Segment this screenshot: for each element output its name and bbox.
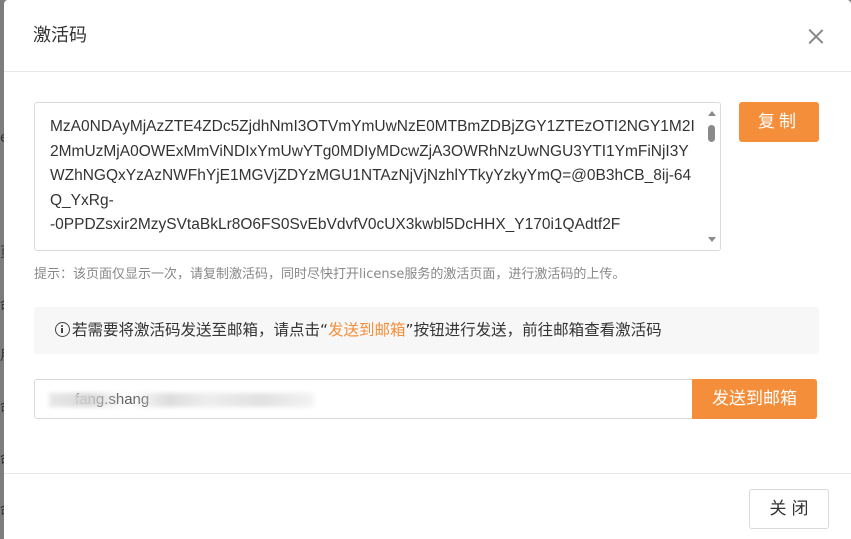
email-field[interactable] [35, 380, 692, 418]
notice-highlight: 发送到邮箱 [328, 321, 406, 339]
email-notice: 若需要将激活码发送至邮箱，请点击“发送到邮箱”按钮进行发送，前往邮箱查看激活码 [34, 307, 819, 354]
notice-text-before: 若需要将激活码发送至邮箱，请点击“ [72, 321, 329, 339]
send-to-email-button[interactable]: 发送到邮箱 [692, 379, 817, 419]
info-icon [55, 322, 70, 337]
dialog-title: 激活码 [33, 25, 87, 46]
dialog-header: 激活码 [4, 0, 851, 72]
scroll-down-arrow-icon[interactable] [708, 237, 716, 242]
activation-code-textarea[interactable]: MzA0NDAyMjAzZTE4ZDc5ZjdhNmI3OTVmYmUwNzE0… [34, 102, 721, 251]
scroll-up-arrow-icon[interactable] [708, 111, 716, 116]
dialog-footer: 关闭 [4, 473, 851, 539]
notice-text-after: ”按钮进行发送，前往邮箱查看激活码 [405, 321, 662, 339]
scrollbar[interactable] [703, 103, 720, 250]
hint-text: 提示：该页面仅显示一次，请复制激活码，同时尽快打开license服务的激活页面，… [34, 267, 626, 282]
copy-button[interactable]: 复制 [739, 102, 819, 142]
scrollbar-thumb[interactable] [708, 125, 715, 142]
activation-code-dialog: 激活码 MzA0NDAyMjAzZTE4ZDc5ZjdhNmI3OTVmYmUw… [4, 0, 851, 539]
close-button[interactable]: 关闭 [749, 489, 829, 529]
activation-code-text[interactable]: MzA0NDAyMjAzZTE4ZDc5ZjdhNmI3OTVmYmUwNzE0… [50, 115, 695, 238]
close-icon[interactable] [806, 26, 826, 46]
